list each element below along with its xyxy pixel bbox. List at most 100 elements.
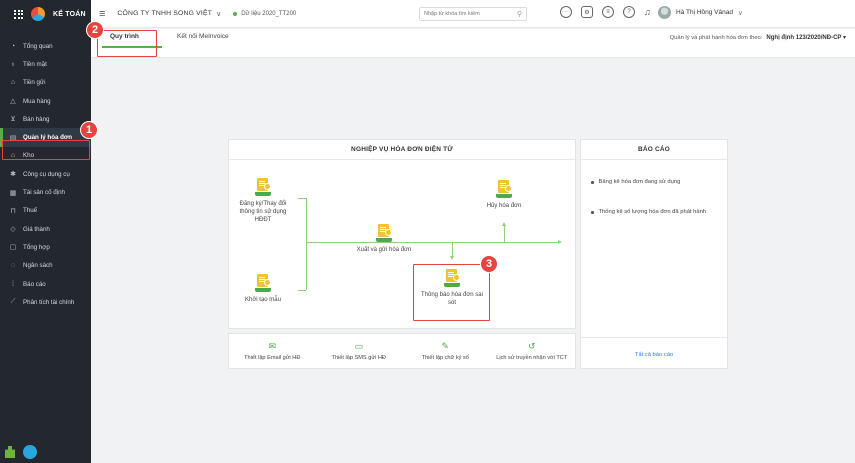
callout-badge-3: 3	[480, 255, 498, 273]
decree-selector[interactable]: Quản lý và phát hành hóa đơn theo: Nghị đ…	[670, 34, 846, 41]
header-actions: ··· ⚙ ≡ ? ♫	[560, 6, 651, 18]
gear-icon[interactable]: ⚙	[581, 6, 593, 18]
logo-icon	[31, 7, 45, 21]
tool-label: Thiết lập Email gửi HĐ	[244, 354, 301, 361]
connector-arrow	[502, 222, 506, 242]
sidebar-item-label: Thuế	[23, 207, 38, 215]
dashboard-icon: ◔	[10, 42, 16, 50]
sidebar-item-label: Tiền gửi	[23, 79, 46, 87]
sidebar-item-label: Giá thành	[23, 225, 50, 233]
chevron-down-icon[interactable]: ∨	[216, 10, 221, 18]
sms-setup-button[interactable]: ▭ Thiết lập SMS gửi HĐ	[316, 334, 403, 368]
sidebar-item-label: Ngân sách	[23, 262, 53, 270]
process-card: NGHIỆP VỤ HÓA ĐƠN ĐIỆN TỬ Đăng ký/Thay đ…	[228, 139, 576, 329]
sidebar-item-overview[interactable]: ◔ Tổng quan	[0, 37, 91, 55]
report-item[interactable]: Thống kê số lượng hóa đơn đã phát hành	[591, 208, 721, 216]
bank-icon: ⌂	[10, 79, 16, 87]
tool-label: Lịch sử truyền nhận với TCT	[496, 354, 568, 361]
invoice-doc-icon	[496, 180, 512, 198]
tab-bar: Quy trình Kết nối MeInvoice Quản lý và p…	[91, 29, 855, 58]
node-issue-invoice[interactable]: Xuất và gửi hóa đơn	[344, 224, 424, 254]
signature-icon: ✎	[441, 340, 450, 351]
asset-icon: ▦	[9, 189, 17, 197]
avatar	[658, 6, 671, 19]
sidebar-menu: ◔ Tổng quan ♁ Tiền mặt ⌂ Tiền gửi △ Mua hàng…	[0, 37, 91, 311]
sidebar-item-label: Mua hàng	[23, 97, 51, 105]
signature-setup-button[interactable]: ✎ Thiết lập chữ ký số	[402, 334, 489, 368]
report-list: Bảng kê hóa đơn đang sử dụng Thống kê số…	[591, 178, 721, 238]
sidebar-item-deposit[interactable]: ⌂ Tiền gửi	[0, 74, 91, 92]
budget-icon: ◌	[10, 262, 16, 270]
help-icon[interactable]: ?	[623, 6, 635, 18]
connector-arrow	[450, 242, 454, 260]
sidebar-item-tax[interactable]: ⊓ Thuế	[0, 202, 91, 220]
sidebar-item-tools[interactable]: ✱ Công cụ dụng cụ	[0, 165, 91, 183]
report-item[interactable]: Bảng kê hóa đơn đang sử dụng	[591, 178, 721, 186]
chat-icon[interactable]: ≡	[602, 6, 614, 18]
tax-icon: ⊓	[10, 207, 16, 215]
user-menu[interactable]: Hà Thị Hồng Vânad ∨	[658, 6, 743, 19]
all-reports-link[interactable]: Tất cả báo cáo	[581, 352, 727, 358]
process-card-title: NGHIỆP VỤ HÓA ĐƠN ĐIỆN TỬ	[229, 140, 575, 160]
purchase-icon: △	[10, 98, 16, 106]
help-chat-icon[interactable]	[23, 445, 37, 459]
search-icon[interactable]: ⚲	[517, 10, 522, 18]
bullet-icon	[591, 181, 594, 184]
sms-icon: ▭	[354, 340, 363, 351]
sidebar-footer	[5, 445, 37, 459]
sidebar-item-fixed-assets[interactable]: ▦ Tài sản cố định	[0, 183, 91, 201]
settings-toolbar: ✉ Thiết lập Email gửi HĐ ▭ Thiết lập SMS g…	[228, 333, 576, 369]
callout-badge-2: 2	[86, 21, 104, 39]
sidebar-item-label: Tổng quan	[23, 42, 53, 50]
sidebar-item-label: Tài sản cố định	[23, 189, 65, 197]
sidebar-item-cash[interactable]: ♁ Tiền mặt	[0, 55, 91, 73]
node-register-info[interactable]: Đăng ký/Thay đổi thông tin sử dụng HĐĐT	[233, 178, 293, 224]
connector-line	[306, 198, 307, 290]
sidebar-item-cost[interactable]: ◇ Giá thành	[0, 220, 91, 238]
invoice-doc-icon	[255, 178, 271, 196]
connector-arrow	[539, 240, 562, 244]
report-card: BÁO CÁO Bảng kê hóa đơn đang sử dụng Thố…	[580, 139, 728, 369]
sidebar-item-sales[interactable]: ⊻ Bán hàng	[0, 110, 91, 128]
search-box[interactable]: ⚲	[419, 7, 527, 21]
node-label: Đăng ký/Thay đổi thông tin sử dụng HĐĐT	[239, 201, 287, 223]
cash-icon: ♁	[10, 60, 16, 68]
node-label: Xuất và gửi hóa đơn	[356, 247, 412, 253]
sidebar-item-label: Bán hàng	[23, 115, 50, 123]
chevron-down-icon: ∨	[737, 9, 743, 17]
sidebar-header: KẾ TOÁN	[0, 0, 91, 28]
sidebar-item-label: Công cụ dụng cụ	[23, 170, 70, 178]
sidebar-item-label: Tổng hợp	[23, 243, 50, 251]
invoice-doc-icon	[255, 274, 271, 292]
search-input[interactable]	[424, 11, 510, 17]
app-grid-icon[interactable]	[14, 9, 23, 19]
sidebar-item-financial-analysis[interactable]: ⟋ Phân tích tài chính	[0, 293, 91, 311]
data-set-label: Dữ liệu 2020_TT200	[241, 10, 297, 17]
tab-meinvoice-connect[interactable]: Kết nối MeInvoice	[177, 33, 229, 40]
email-icon: ✉	[268, 340, 277, 351]
callout-box-invoice-menu	[2, 140, 90, 160]
summary-icon: ▢	[9, 244, 17, 252]
bell-icon[interactable]: ♫	[644, 7, 651, 17]
email-setup-button[interactable]: ✉ Thiết lập Email gửi HĐ	[229, 334, 316, 368]
node-label: Khởi tạo mẫu	[245, 297, 281, 303]
sidebar-item-report[interactable]: ⁞ Báo cáo	[0, 275, 91, 293]
data-set-selector[interactable]: Dữ liệu 2020_TT200	[233, 11, 296, 17]
node-cancel-invoice[interactable]: Hủy hóa đơn	[474, 180, 534, 210]
plus-icon[interactable]	[5, 446, 15, 458]
company-name[interactable]: CÔNG TY TNHH SONG VIỆT	[117, 10, 212, 17]
sidebar-item-budget[interactable]: ◌ Ngân sách	[0, 257, 91, 275]
callout-box-error-notice	[413, 264, 490, 321]
menu-icon[interactable]: ≡	[99, 8, 105, 20]
more-icon[interactable]: ···	[560, 6, 572, 18]
sidebar-item-purchase[interactable]: △ Mua hàng	[0, 92, 91, 110]
tct-history-button[interactable]: ↺ Lịch sử truyền nhận với TCT	[489, 334, 576, 368]
sidebar-item-summary[interactable]: ▢ Tổng hợp	[0, 238, 91, 256]
status-dot-icon	[233, 11, 238, 16]
decree-label: Quản lý và phát hành hóa đơn theo:	[669, 35, 763, 41]
cost-icon: ◇	[10, 226, 16, 234]
node-create-template[interactable]: Khởi tạo mẫu	[233, 274, 293, 304]
user-name: Hà Thị Hồng Vânad	[676, 9, 733, 16]
tool-label: Thiết lập SMS gửi HĐ	[331, 354, 386, 361]
report-icon: ⁞	[12, 280, 14, 288]
